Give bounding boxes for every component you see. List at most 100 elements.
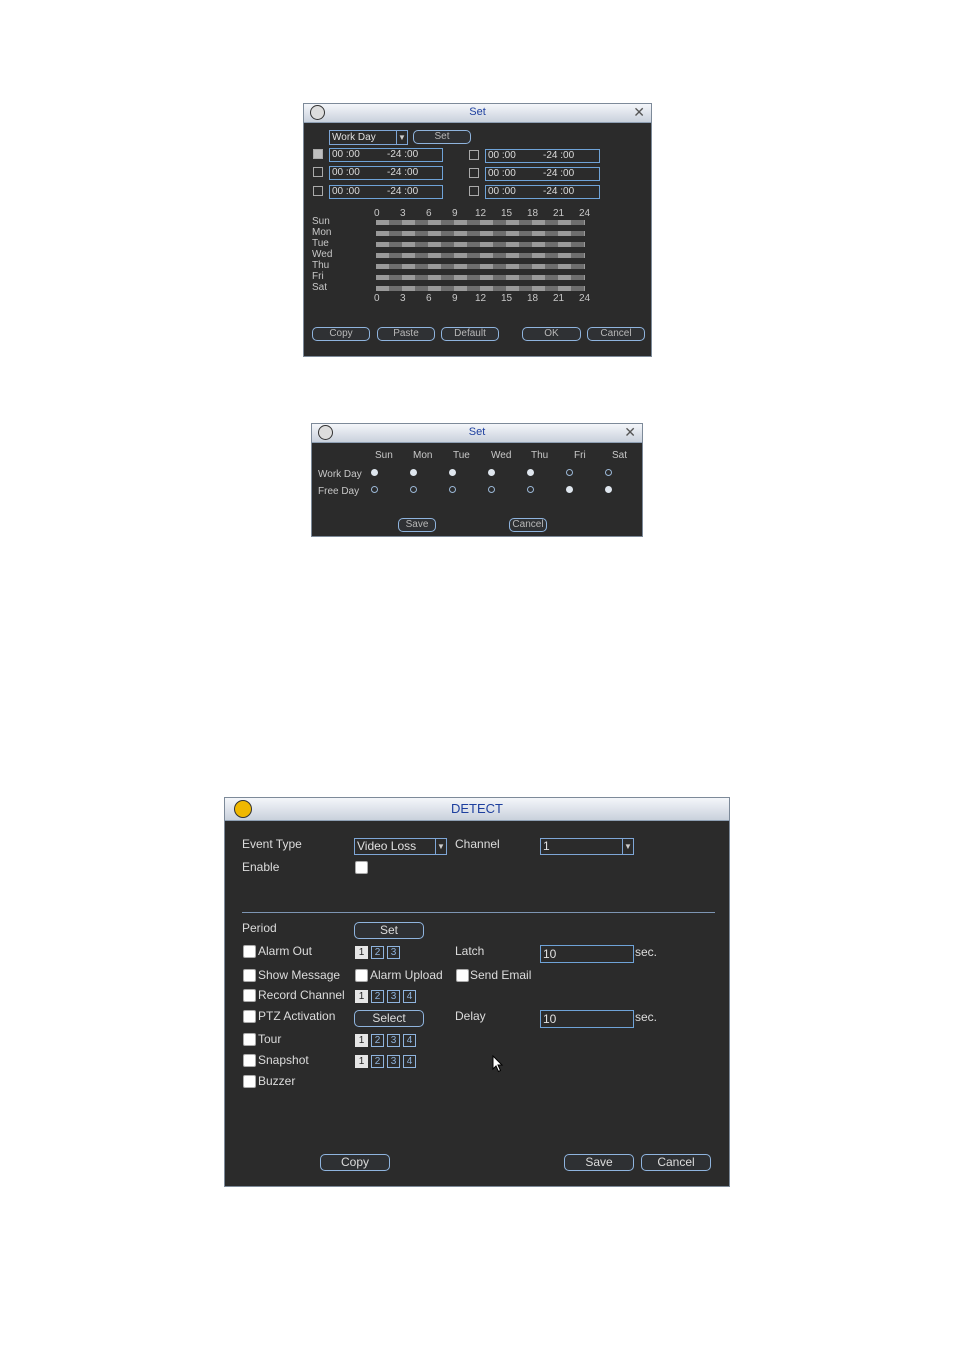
send-email-checkbox[interactable] (456, 969, 469, 982)
snapshot-channel-1[interactable]: 1 (355, 1055, 368, 1068)
title-bar[interactable]: Set ✕ (304, 104, 651, 123)
period-6-checkbox[interactable] (469, 186, 479, 196)
work-day-radio-fri[interactable] (566, 469, 573, 476)
snapshot-checkbox[interactable] (243, 1054, 256, 1067)
alarm-out-channel-3[interactable]: 3 (387, 946, 400, 959)
buzzer-checkbox[interactable] (243, 1075, 256, 1088)
snapshot-channel-3[interactable]: 3 (387, 1055, 400, 1068)
schedule-row-sat[interactable] (376, 286, 585, 291)
alarm-out-label: Alarm Out (258, 944, 313, 958)
period-4-checkbox[interactable] (469, 150, 479, 160)
period-2-field[interactable]: 00 :00 -24 :00 (329, 166, 443, 180)
work-day-radio-tue[interactable] (449, 469, 456, 476)
record-channel-1[interactable]: 1 (355, 990, 368, 1003)
tour-checkbox[interactable] (243, 1033, 256, 1046)
period-5-checkbox[interactable] (469, 168, 479, 178)
free-day-radio-sat[interactable] (605, 486, 612, 493)
period-start: 00 :00 (488, 150, 516, 161)
tour-channel-2[interactable]: 2 (371, 1034, 384, 1047)
cancel-button[interactable]: Cancel (509, 518, 547, 532)
schedule-row-sun[interactable] (376, 220, 585, 225)
show-message-label: Show Message (258, 968, 341, 982)
record-channel-3[interactable]: 3 (387, 990, 400, 1003)
record-channel-checkbox[interactable] (243, 989, 256, 1002)
period-1-field[interactable]: 00 :00 -24 :00 (329, 148, 443, 162)
free-day-radio-tue[interactable] (449, 486, 456, 493)
free-day-radio-sun[interactable] (371, 486, 378, 493)
col-sat: Sat (612, 450, 628, 461)
delay-input[interactable]: 10 (540, 1010, 634, 1028)
work-day-radio-mon[interactable] (410, 469, 417, 476)
record-channel-2[interactable]: 2 (371, 990, 384, 1003)
schedule-row-wed[interactable] (376, 253, 585, 258)
day-set-window: Set ✕ (311, 423, 643, 537)
alarm-out-channel-2[interactable]: 2 (371, 946, 384, 959)
set-button[interactable]: Set (413, 130, 471, 144)
period-5-field[interactable]: 00 :00 -24 :00 (485, 167, 600, 181)
latch-label: Latch (455, 944, 485, 958)
title-bar[interactable]: Set ✕ (312, 424, 642, 443)
enable-checkbox[interactable] (355, 861, 368, 874)
period-3-field[interactable]: 00 :00 -24 :00 (329, 185, 443, 199)
period-end: -24 :00 (543, 168, 575, 179)
default-button[interactable]: Default (441, 327, 499, 341)
event-type-dropdown[interactable]: Video Loss ▼ (354, 838, 447, 855)
save-button[interactable]: Save (398, 518, 436, 532)
period-end: -24 :00 (543, 150, 575, 161)
cancel-button[interactable]: Cancel (587, 327, 645, 341)
ok-button[interactable]: OK (522, 327, 581, 341)
work-day-radio-thu[interactable] (527, 469, 534, 476)
period-start: 00 :00 (332, 149, 360, 160)
free-day-radio-mon[interactable] (410, 486, 417, 493)
snapshot-channel-2[interactable]: 2 (371, 1055, 384, 1068)
alarm-out-checkbox[interactable] (243, 945, 256, 958)
close-icon[interactable]: ✕ (624, 424, 636, 441)
day-label-thu: Thu (312, 260, 330, 271)
alarm-out-channel-1[interactable]: 1 (355, 946, 368, 959)
channel-label: Channel (455, 837, 500, 851)
tour-channel-3[interactable]: 3 (387, 1034, 400, 1047)
day-type-dropdown[interactable]: Work Day ▼ (329, 130, 408, 145)
col-mon: Mon (413, 450, 433, 461)
title-bar[interactable]: DETECT (225, 798, 729, 821)
free-day-radio-wed[interactable] (488, 486, 495, 493)
tour-channel-1[interactable]: 1 (355, 1034, 368, 1047)
show-message-checkbox[interactable] (243, 969, 256, 982)
period-3-checkbox[interactable] (313, 186, 323, 196)
copy-button[interactable]: Copy (320, 1154, 390, 1171)
hour-label: 18 (527, 293, 539, 304)
snapshot-channel-4[interactable]: 4 (403, 1055, 416, 1068)
alarm-upload-checkbox[interactable] (355, 969, 368, 982)
record-channel-4[interactable]: 4 (403, 990, 416, 1003)
latch-unit: sec. (635, 945, 658, 959)
period-end: -24 :00 (387, 186, 419, 197)
schedule-row-thu[interactable] (376, 264, 585, 269)
hour-label: 15 (501, 293, 513, 304)
copy-button[interactable]: Copy (312, 327, 370, 341)
period-2-checkbox[interactable] (313, 167, 323, 177)
work-day-radio-sun[interactable] (371, 469, 378, 476)
latch-input[interactable]: 10 (540, 945, 634, 963)
window-title: Set (468, 426, 486, 438)
schedule-row-mon[interactable] (376, 231, 585, 236)
work-day-radio-sat[interactable] (605, 469, 612, 476)
schedule-row-fri[interactable] (376, 275, 585, 280)
channel-dropdown[interactable]: 1 ▼ (540, 838, 634, 855)
day-label-sun: Sun (312, 216, 330, 227)
period-4-field[interactable]: 00 :00 -24 :00 (485, 149, 600, 163)
send-email-label: Send Email (470, 968, 532, 982)
work-day-radio-wed[interactable] (488, 469, 495, 476)
cancel-button[interactable]: Cancel (641, 1154, 711, 1171)
schedule-row-tue[interactable] (376, 242, 585, 247)
save-button[interactable]: Save (564, 1154, 634, 1171)
period-6-field[interactable]: 00 :00 -24 :00 (485, 185, 600, 199)
period-1-checkbox[interactable] (313, 149, 323, 159)
paste-button[interactable]: Paste (377, 327, 435, 341)
tour-channel-4[interactable]: 4 (403, 1034, 416, 1047)
free-day-radio-thu[interactable] (527, 486, 534, 493)
close-icon[interactable]: ✕ (633, 104, 645, 121)
ptz-select-button[interactable]: Select (354, 1010, 424, 1027)
free-day-radio-fri[interactable] (566, 486, 573, 493)
period-set-button[interactable]: Set (354, 922, 424, 939)
ptz-activation-checkbox[interactable] (243, 1010, 256, 1023)
